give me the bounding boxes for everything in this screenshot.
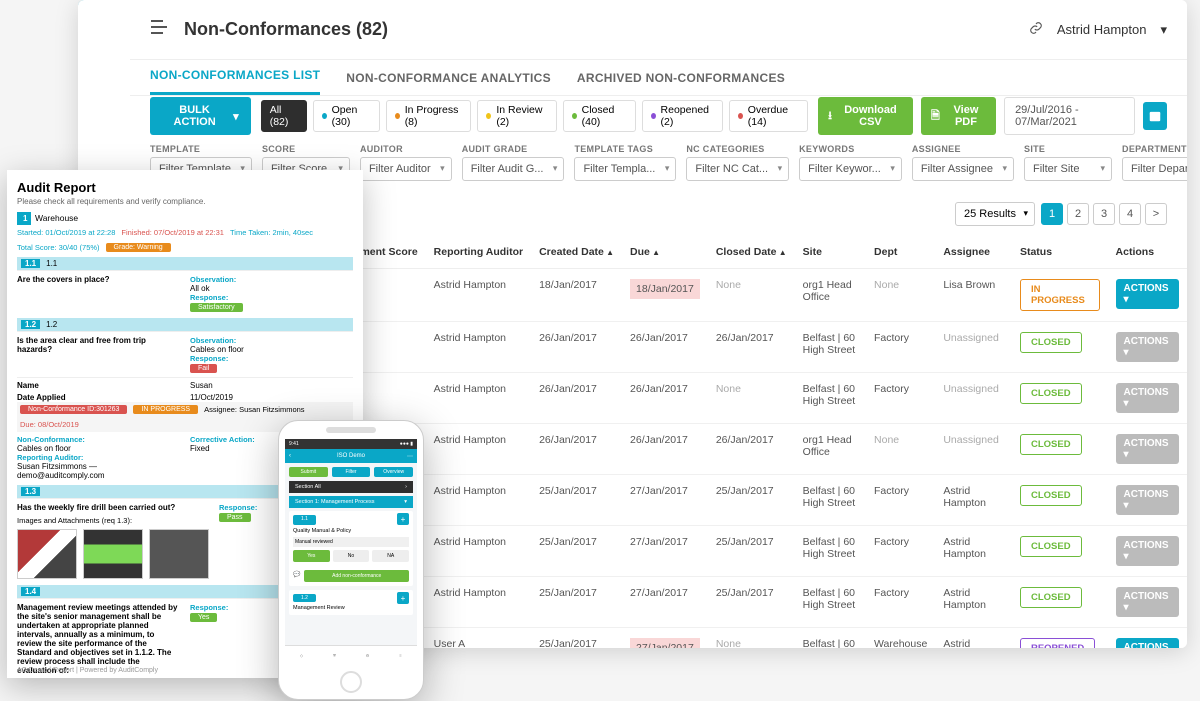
add-nc-button[interactable]: Add non-conformance bbox=[304, 570, 409, 582]
page-button[interactable]: 4 bbox=[1119, 203, 1141, 225]
filter-button[interactable]: Filter bbox=[332, 467, 371, 477]
page-button[interactable]: 2 bbox=[1067, 203, 1089, 225]
actions-button[interactable]: ACTIONS ▾ bbox=[1116, 332, 1179, 362]
photo-thumb[interactable] bbox=[17, 529, 77, 579]
actions-button[interactable]: ACTIONS ▾ bbox=[1116, 638, 1179, 648]
filter-select[interactable]: Filter NC Cat... bbox=[686, 157, 789, 181]
status-chip[interactable]: Closed (40) bbox=[563, 100, 636, 132]
page-button[interactable]: > bbox=[1145, 203, 1167, 225]
date-range-picker[interactable]: 29/Jul/2016 - 07/Mar/2021 bbox=[1004, 97, 1135, 135]
view-pdf-button[interactable]: 🗎View PDF bbox=[921, 97, 996, 135]
tab[interactable]: NON-CONFORMANCE ANALYTICS bbox=[346, 71, 551, 95]
status-badge: CLOSED bbox=[1020, 332, 1082, 353]
add-icon[interactable]: + bbox=[397, 592, 409, 604]
back-icon[interactable]: ‹ bbox=[289, 453, 291, 459]
actions-button[interactable]: ACTIONS ▾ bbox=[1116, 536, 1179, 566]
column-header[interactable]: Assignee bbox=[935, 236, 1012, 269]
tab-more[interactable]: ≡ bbox=[384, 646, 417, 665]
topbar: Non-Conformances (82) Astrid Hampton ▾ bbox=[130, 0, 1187, 60]
column-header[interactable]: Actions bbox=[1108, 236, 1187, 269]
page-title: Non-Conformances (82) bbox=[184, 19, 388, 40]
tabs: NON-CONFORMANCES LIST NON-CONFORMANCE ANA… bbox=[130, 60, 1187, 96]
status-chip[interactable]: All (82) bbox=[261, 100, 307, 132]
user-name: Astrid Hampton bbox=[1057, 22, 1147, 37]
column-header[interactable]: Closed Date bbox=[708, 236, 795, 269]
submit-button[interactable]: Submit bbox=[289, 467, 328, 477]
report-subtitle: Please check all requirements and verify… bbox=[17, 197, 353, 206]
status-badge: CLOSED bbox=[1020, 383, 1082, 404]
phone-mockup: 9:41●●● ▮ ‹ISO Demo⋯ Submit Filter Overv… bbox=[278, 420, 424, 700]
column-header[interactable]: Due bbox=[622, 236, 708, 269]
status-badge: CLOSED bbox=[1020, 485, 1082, 506]
na-button[interactable]: NA bbox=[372, 550, 409, 562]
results-per-page[interactable]: 25 Results bbox=[955, 202, 1035, 226]
toolbar: BULK ACTION ▾ All (82)Open (30)In Progre… bbox=[130, 96, 1187, 136]
add-icon[interactable]: + bbox=[397, 513, 409, 525]
chevron-down-icon: ▾ bbox=[233, 110, 239, 123]
tab[interactable]: ARCHIVED NON-CONFORMANCES bbox=[577, 71, 785, 95]
column-header[interactable]: Status bbox=[1012, 236, 1108, 269]
file-icon: 🗎 bbox=[931, 107, 940, 126]
download-csv-button[interactable]: ⭳Download CSV bbox=[818, 97, 913, 135]
status-badge: CLOSED bbox=[1020, 536, 1082, 557]
tab-search[interactable]: ⚙ bbox=[351, 646, 384, 665]
actions-button[interactable]: ACTIONS ▾ bbox=[1116, 485, 1179, 515]
section-num: 1 bbox=[17, 212, 31, 225]
pager: 25 Results 1234> bbox=[955, 202, 1167, 226]
tab-nc[interactable]: ⛨ bbox=[318, 646, 351, 665]
bulk-action-button[interactable]: BULK ACTION ▾ bbox=[150, 97, 251, 135]
calendar-icon[interactable] bbox=[1143, 102, 1167, 130]
report-title: Audit Report bbox=[17, 180, 353, 195]
status-chip[interactable]: Reopened (2) bbox=[642, 100, 723, 132]
section-1[interactable]: Section 1: Management Process▾ bbox=[289, 496, 413, 508]
actions-button[interactable]: ACTIONS ▾ bbox=[1116, 434, 1179, 464]
photo-thumb[interactable] bbox=[149, 529, 209, 579]
status-chip[interactable]: In Review (2) bbox=[477, 100, 556, 132]
user-menu[interactable]: Astrid Hampton ▾ bbox=[1029, 21, 1167, 38]
status-chips: All (82)Open (30)In Progress (8)In Revie… bbox=[261, 100, 808, 132]
chevron-down-icon: ▾ bbox=[1160, 22, 1167, 38]
status-badge: IN PROGRESS bbox=[1020, 279, 1100, 311]
status-badge: REOPENED bbox=[1020, 638, 1095, 648]
filter-select[interactable]: Filter Keywor... bbox=[799, 157, 902, 181]
home-button[interactable] bbox=[340, 671, 362, 693]
column-header[interactable]: Created Date bbox=[531, 236, 622, 269]
link-icon[interactable] bbox=[1029, 21, 1043, 38]
menu-toggle-icon[interactable] bbox=[150, 20, 168, 39]
column-header[interactable]: Reporting Auditor bbox=[426, 236, 531, 269]
status-badge: CLOSED bbox=[1020, 434, 1082, 455]
menu-icon[interactable]: ⋯ bbox=[407, 453, 413, 460]
page-button[interactable]: 1 bbox=[1041, 203, 1063, 225]
photo-thumb[interactable] bbox=[83, 529, 143, 579]
filter-select[interactable]: Filter Assignee bbox=[912, 157, 1014, 181]
report-meta: Started: 01/Oct/2019 at 22:28 Finished: … bbox=[17, 225, 353, 255]
status-badge: CLOSED bbox=[1020, 587, 1082, 608]
actions-button[interactable]: ACTIONS ▾ bbox=[1116, 383, 1179, 413]
column-header[interactable]: Site bbox=[795, 236, 866, 269]
filter-select[interactable]: Filter Audit G... bbox=[462, 157, 565, 181]
section-name: Warehouse bbox=[35, 213, 78, 223]
yes-button[interactable]: Yes bbox=[293, 550, 330, 562]
status-chip[interactable]: Overdue (14) bbox=[729, 100, 808, 132]
filter-select[interactable]: Filter Site bbox=[1024, 157, 1112, 181]
column-header[interactable]: Dept bbox=[866, 236, 935, 269]
report-footer: AC Demo | Report | Powered by AuditCompl… bbox=[17, 667, 158, 674]
overview-button[interactable]: Overview bbox=[374, 467, 413, 477]
filter-select[interactable]: Filter Depart... bbox=[1122, 157, 1187, 181]
actions-button[interactable]: ACTIONS ▾ bbox=[1116, 279, 1179, 309]
status-chip[interactable]: Open (30) bbox=[313, 100, 380, 132]
page-button[interactable]: 3 bbox=[1093, 203, 1115, 225]
tab[interactable]: NON-CONFORMANCES LIST bbox=[150, 68, 320, 95]
section-all[interactable]: Section All› bbox=[289, 481, 413, 493]
download-icon: ⭳ bbox=[828, 107, 832, 126]
actions-button[interactable]: ACTIONS ▾ bbox=[1116, 587, 1179, 617]
status-chip[interactable]: In Progress (8) bbox=[386, 100, 472, 132]
filter-select[interactable]: Filter Templa... bbox=[574, 157, 676, 181]
no-button[interactable]: No bbox=[333, 550, 370, 562]
filter-select[interactable]: Filter Auditor bbox=[360, 157, 452, 181]
tab-audits[interactable]: ◇ bbox=[285, 646, 318, 665]
comment-icon[interactable]: 💬 bbox=[293, 571, 300, 578]
